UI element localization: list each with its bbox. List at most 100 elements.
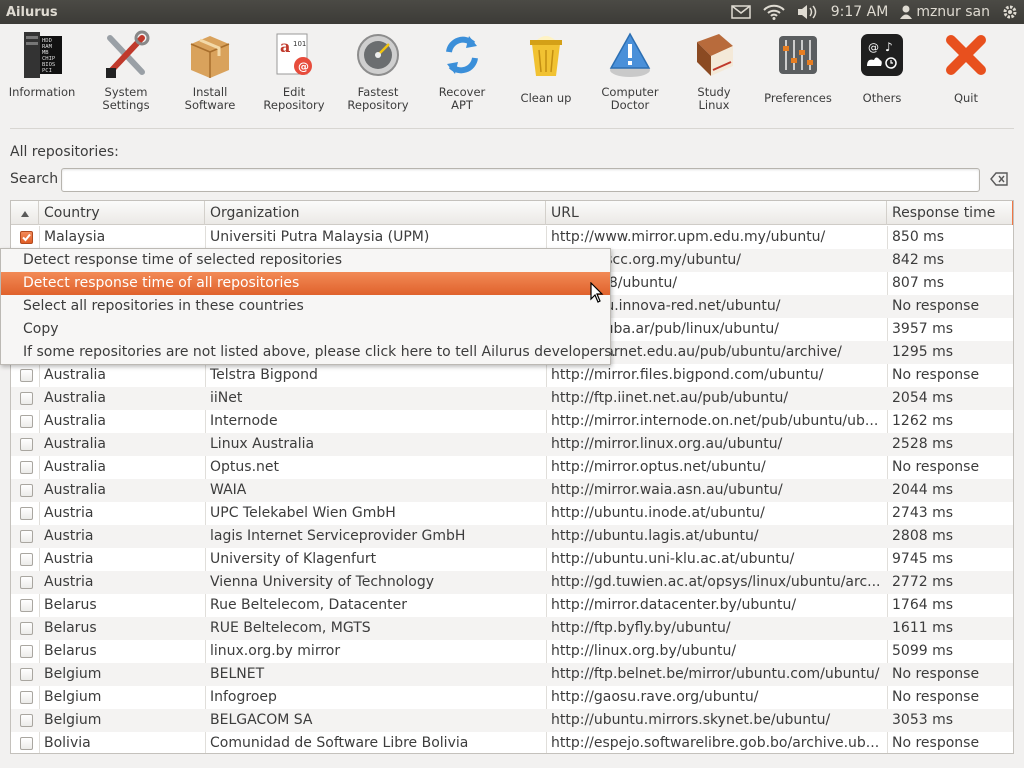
row-checkbox[interactable] (20, 231, 33, 244)
row-checkbox[interactable] (20, 438, 33, 451)
quit-button[interactable]: Quit (924, 30, 1008, 116)
table-row[interactable]: Belgium Infogroep http://gaosu.rave.org/ub… (11, 686, 1013, 709)
cell-response-time: 1295 ms (892, 344, 954, 360)
quit-label: Quit (953, 91, 979, 105)
table-row[interactable]: Malaysia Universiti Putra Malaysia (UPM) h… (11, 226, 1013, 249)
cell-organization: Infogroep (210, 689, 277, 705)
row-checkbox[interactable] (20, 484, 33, 497)
cell-url: http://espejo.softwarelibre.gob.bo/archi… (551, 735, 880, 751)
toolbar-separator (10, 128, 1014, 129)
cell-response-time: 9745 ms (892, 551, 954, 567)
system-settings-icon (102, 30, 150, 80)
cell-response-time: 1611 ms (892, 620, 954, 636)
row-checkbox[interactable] (20, 392, 33, 405)
cell-country: Australia (44, 390, 106, 406)
cell-response-time: 1764 ms (892, 597, 954, 613)
table-row[interactable]: Australia WAIA http://mirror.waia.asn.au/u… (11, 479, 1013, 502)
row-checkbox[interactable] (20, 507, 33, 520)
menu-item-detect-all[interactable]: Detect response time of all repositories (1, 272, 610, 295)
information-button[interactable]: HDD RAM MB CHIP BIOS PCI Information (0, 30, 84, 116)
study-linux-button[interactable]: Study Linux (672, 30, 756, 116)
table-row[interactable]: Austria University of Klagenfurt http://ub… (11, 548, 1013, 571)
row-checkbox[interactable] (20, 369, 33, 382)
row-checkbox[interactable] (20, 530, 33, 543)
cell-organization: RUE Beltelecom, MGTS (210, 620, 371, 636)
table-row[interactable]: Bolivia Comunidad de Software Libre Boliv… (11, 732, 1013, 753)
search-input[interactable] (61, 168, 980, 192)
table-row[interactable]: Belarus Rue Beltelecom, Datacenter http://… (11, 594, 1013, 617)
mail-icon[interactable] (725, 0, 757, 24)
row-checkbox[interactable] (20, 737, 33, 750)
table-row[interactable]: Australia Linux Australia http://mirror.li… (11, 433, 1013, 456)
others-icon: @ ♪ (858, 30, 906, 80)
cell-country: Australia (44, 459, 106, 475)
cell-country: Austria (44, 574, 94, 590)
menu-item-copy[interactable]: Copy (1, 318, 610, 341)
scroll-indicator (1012, 201, 1013, 225)
cell-url: http://ftp.belnet.be/mirror/ubuntu.com/u… (551, 666, 880, 682)
clear-search-icon[interactable] (990, 172, 1008, 188)
sort-column-header[interactable] (11, 201, 39, 225)
user-icon (900, 5, 913, 19)
user-menu[interactable]: mznur san (894, 0, 996, 24)
install-software-button[interactable]: Install Software (168, 30, 252, 116)
table-row[interactable]: Belgium BELNET http://ftp.belnet.be/mirror… (11, 663, 1013, 686)
fastest-repository-button[interactable]: Fastest Repository (336, 30, 420, 116)
recover-apt-icon (438, 30, 486, 80)
cell-country: Australia (44, 482, 106, 498)
row-checkbox[interactable] (20, 668, 33, 681)
preferences-button[interactable]: Preferences (756, 30, 840, 116)
study-linux-icon (690, 30, 738, 80)
row-checkbox[interactable] (20, 576, 33, 589)
system-settings-label: System Settings (102, 85, 150, 112)
cell-organization: WAIA (210, 482, 247, 498)
wifi-icon[interactable] (757, 0, 791, 24)
cell-response-time: No response (892, 689, 980, 705)
row-checkbox[interactable] (20, 622, 33, 635)
edit-repository-button[interactable]: a 101 @ Edit Repository (252, 30, 336, 116)
table-row[interactable]: Australia Telstra Bigpond http://mirror.fi… (11, 364, 1013, 387)
cell-response-time: No response (892, 367, 980, 383)
column-header-organization[interactable]: Organization (205, 201, 546, 225)
quit-icon (942, 30, 990, 80)
table-row[interactable]: Austria lagis Internet Serviceprovider Gm… (11, 525, 1013, 548)
menu-item-detect-selected[interactable]: Detect response time of selected reposit… (1, 249, 610, 272)
clock-time[interactable]: 9:17 AM (825, 0, 895, 24)
row-checkbox[interactable] (20, 461, 33, 474)
user-name: mznur san (916, 4, 990, 20)
table-row[interactable]: Australia iiNet http://ftp.iinet.net.au/pu… (11, 387, 1013, 410)
table-row[interactable]: Australia Internode http://mirror.internod… (11, 410, 1013, 433)
table-row[interactable]: Austria UPC Telekabel Wien GmbH http://ubu… (11, 502, 1013, 525)
cell-response-time: 3957 ms (892, 321, 954, 337)
gear-icon[interactable] (996, 0, 1024, 24)
volume-icon[interactable] (791, 0, 825, 24)
row-checkbox[interactable] (20, 599, 33, 612)
table-row[interactable]: Australia Optus.net http://mirror.optus.ne… (11, 456, 1013, 479)
table-row[interactable]: Belarus RUE Beltelecom, MGTS http://ftp.by… (11, 617, 1013, 640)
menu-item-report-missing[interactable]: If some repositories are not listed abov… (1, 341, 616, 364)
table-row[interactable]: Belarus linux.org.by mirror http://linux.o… (11, 640, 1013, 663)
row-checkbox[interactable] (20, 415, 33, 428)
column-header-url[interactable]: URL (546, 201, 887, 225)
preferences-label: Preferences (764, 91, 832, 105)
svg-text:@: @ (298, 60, 309, 73)
app-title: Ailurus (6, 4, 58, 20)
computer-doctor-button[interactable]: Computer Doctor (588, 30, 672, 116)
row-checkbox[interactable] (20, 553, 33, 566)
cell-country: Austria (44, 551, 94, 567)
menu-item-select-countries[interactable]: Select all repositories in these countri… (1, 295, 610, 318)
clean-up-button[interactable]: Clean up (504, 30, 588, 116)
others-button[interactable]: @ ♪ Others (840, 30, 924, 116)
system-settings-button[interactable]: System Settings (84, 30, 168, 116)
column-header-country[interactable]: Country (39, 201, 205, 225)
row-checkbox[interactable] (20, 645, 33, 658)
recover-apt-label: Recover APT (438, 85, 486, 112)
row-checkbox[interactable] (20, 691, 33, 704)
cell-response-time: 2808 ms (892, 528, 954, 544)
recover-apt-button[interactable]: Recover APT (420, 30, 504, 116)
table-row[interactable]: Belgium BELGACOM SA http://ubuntu.mirrors.… (11, 709, 1013, 732)
table-row[interactable]: Austria Vienna University of Technology ht… (11, 571, 1013, 594)
row-checkbox[interactable] (20, 714, 33, 727)
fastest-repository-icon (354, 30, 402, 80)
column-header-response-time[interactable]: Response time (887, 201, 1013, 225)
